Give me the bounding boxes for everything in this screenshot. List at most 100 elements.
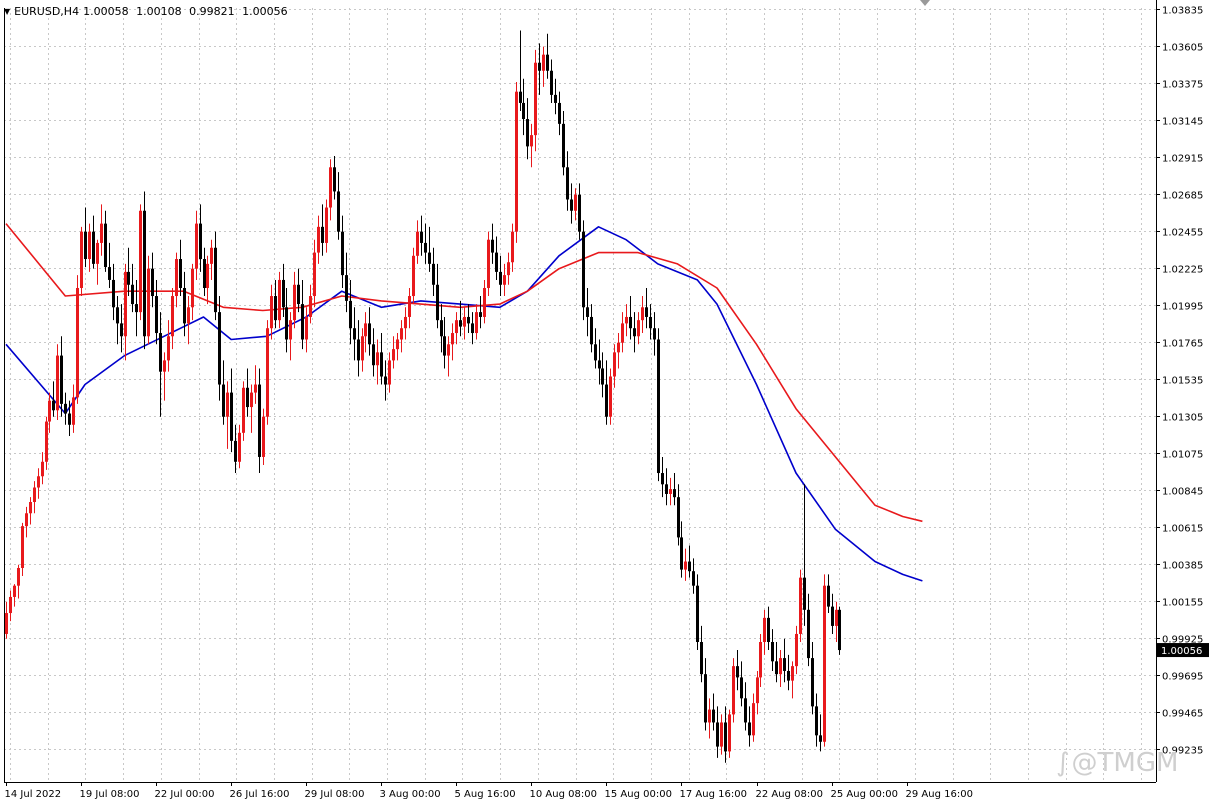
candle-body <box>807 609 810 659</box>
candle-body <box>558 102 561 124</box>
y-tick-label: 1.01535 <box>1162 376 1203 387</box>
candle-body <box>92 231 95 264</box>
candle <box>570 183 573 224</box>
candle <box>100 204 103 256</box>
candle-body <box>688 561 691 572</box>
candle <box>720 714 723 755</box>
candle <box>361 328 364 372</box>
candle <box>96 239 99 285</box>
candle <box>278 271 281 329</box>
current-price-label: 1.00056 <box>1161 646 1202 657</box>
candle-body <box>621 323 624 343</box>
candle <box>21 522 24 577</box>
candle-body <box>684 561 687 570</box>
candle <box>92 215 95 269</box>
candle-body <box>72 397 75 425</box>
candle <box>147 255 150 345</box>
candle-body <box>463 316 466 327</box>
candle-body <box>649 316 652 329</box>
candle-body <box>127 271 130 285</box>
y-tick-label: 1.02225 <box>1162 265 1203 276</box>
candle <box>333 156 336 200</box>
candle-body <box>677 497 680 538</box>
y-tick-label: 1.03835 <box>1162 6 1203 17</box>
candle <box>491 223 494 264</box>
grid <box>4 8 1156 782</box>
candle-body <box>163 360 166 372</box>
candle-body <box>637 320 640 337</box>
candle <box>88 223 91 272</box>
candle-body <box>297 284 300 305</box>
candle-body <box>404 316 407 329</box>
candle-body <box>542 54 545 71</box>
candle <box>803 484 806 626</box>
candle <box>617 333 620 369</box>
candle-body <box>301 304 304 340</box>
y-tick-label: 1.00385 <box>1162 561 1203 572</box>
candle <box>451 323 454 361</box>
y-tick-label: 0.99695 <box>1162 672 1203 683</box>
candle-body <box>21 526 24 568</box>
candle-body <box>120 323 123 337</box>
chart-canvas[interactable]: 1.03835 1.03605 1.03375 1.03145 1.02915 1.026… <box>0 0 1216 808</box>
candle-body <box>151 268 154 297</box>
candle-body <box>554 94 557 103</box>
candle <box>811 642 814 715</box>
candle-body <box>52 400 55 411</box>
candle <box>629 296 632 340</box>
candle <box>9 590 12 622</box>
candle <box>700 625 703 683</box>
candle-body <box>791 666 794 681</box>
chart-window[interactable]: 1.03835 1.03605 1.03375 1.03145 1.02915 1.026… <box>0 0 1216 808</box>
candle-body <box>131 284 134 305</box>
candle-body <box>641 307 644 321</box>
candle-body <box>361 336 364 361</box>
candle-body <box>838 609 841 651</box>
candle <box>218 296 221 401</box>
candle-body <box>436 284 439 321</box>
candle-body <box>815 706 818 736</box>
candle <box>210 239 213 280</box>
candle <box>400 320 403 353</box>
candle <box>116 296 119 345</box>
candle <box>56 344 59 420</box>
candle <box>384 360 387 401</box>
candle-body <box>309 296 312 317</box>
candle <box>740 661 743 707</box>
candle <box>609 368 612 425</box>
candle <box>127 247 130 297</box>
candle-body <box>124 271 127 337</box>
candle-body <box>515 91 518 232</box>
candle-body <box>187 307 190 324</box>
ohlc-values: 1.00058 1.00108 0.99821 1.00056 <box>79 5 288 18</box>
candle-body <box>720 722 723 747</box>
candle-body <box>835 609 838 626</box>
candle-body <box>811 658 814 707</box>
candle-body <box>526 119 529 147</box>
candle <box>187 296 190 345</box>
candle <box>238 424 241 469</box>
candle <box>716 706 719 758</box>
candle <box>341 215 344 288</box>
candle-body <box>96 242 99 264</box>
candle-body <box>819 735 822 742</box>
candle-body <box>586 307 589 317</box>
candle-body <box>329 167 332 208</box>
candle <box>578 183 581 240</box>
candle-body <box>562 123 565 168</box>
chart-shift-marker[interactable] <box>920 0 930 6</box>
candle-body <box>522 102 525 120</box>
candle-body <box>357 339 360 361</box>
candle <box>538 43 541 95</box>
candle <box>522 78 525 136</box>
candle <box>392 336 395 369</box>
candle-body <box>218 312 221 385</box>
candle <box>45 416 48 470</box>
candle <box>64 392 67 425</box>
candle <box>779 650 782 688</box>
candle <box>206 255 209 305</box>
candle <box>120 304 123 353</box>
candle-body <box>831 606 834 626</box>
candle-body <box>380 352 383 377</box>
y-tick-label: 1.03145 <box>1162 117 1203 128</box>
